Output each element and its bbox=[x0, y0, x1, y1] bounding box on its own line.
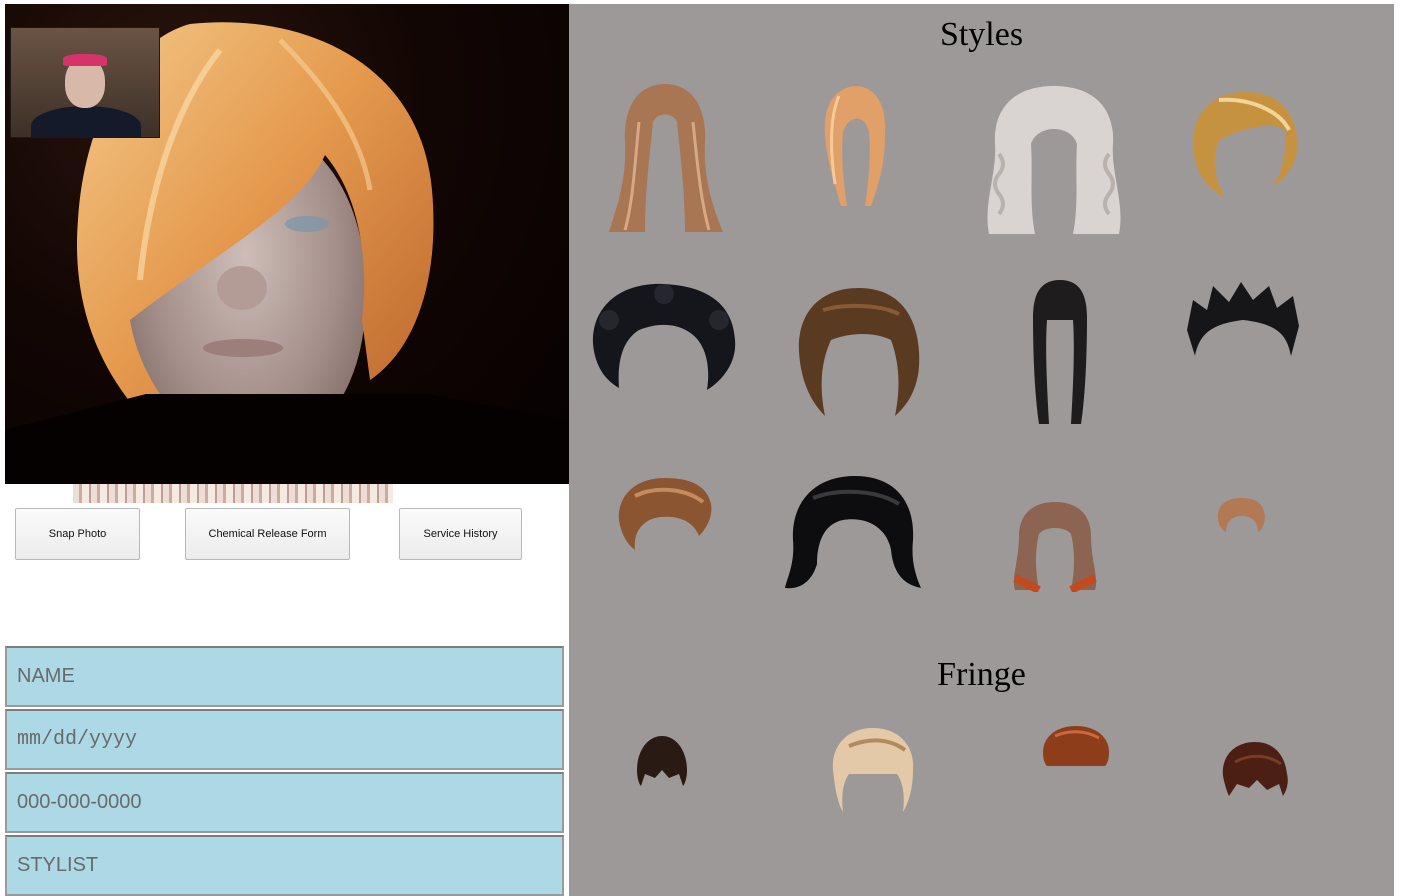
camera-preview-thumbnail bbox=[10, 27, 160, 138]
styles-heading: Styles bbox=[939, 16, 1024, 53]
style-pixie-light-brown[interactable] bbox=[1214, 496, 1268, 534]
snap-photo-button[interactable]: Snap Photo bbox=[15, 508, 140, 560]
hair-strip bbox=[73, 484, 393, 503]
fringe-heading: Fringe bbox=[937, 656, 1026, 693]
style-wavy-bob-black[interactable] bbox=[783, 474, 927, 592]
phone-field[interactable] bbox=[5, 772, 564, 833]
style-long-wavy-light-brown[interactable] bbox=[605, 82, 725, 234]
fringe-auburn-blunt[interactable] bbox=[1041, 724, 1111, 768]
style-short-golden-bob[interactable] bbox=[1189, 90, 1301, 200]
chemical-release-form-button[interactable]: Chemical Release Form bbox=[185, 508, 350, 560]
style-long-straight-ombre[interactable] bbox=[1009, 500, 1101, 592]
fringe-blonde-blunt[interactable] bbox=[829, 726, 917, 814]
name-field[interactable] bbox=[5, 646, 564, 707]
fringe-mahogany-swept[interactable] bbox=[1219, 740, 1291, 798]
style-straight-strawberry-blonde[interactable] bbox=[819, 84, 891, 209]
stylist-field[interactable] bbox=[5, 835, 564, 896]
style-short-afro-black[interactable] bbox=[589, 280, 739, 398]
style-medium-layered-brown[interactable] bbox=[795, 286, 923, 418]
camera-view bbox=[5, 4, 569, 484]
style-short-tousled-auburn[interactable] bbox=[615, 476, 715, 552]
service-history-button[interactable]: Service History bbox=[399, 508, 522, 560]
hairstyle-gallery: Styles Fringe bbox=[569, 4, 1394, 896]
fringe-dark-brown-short[interactable] bbox=[635, 734, 689, 786]
style-long-curly-platinum[interactable] bbox=[979, 84, 1129, 236]
style-short-spiky-black[interactable] bbox=[1183, 280, 1303, 358]
style-long-straight-black[interactable] bbox=[1029, 278, 1091, 428]
date-field[interactable] bbox=[5, 709, 564, 770]
